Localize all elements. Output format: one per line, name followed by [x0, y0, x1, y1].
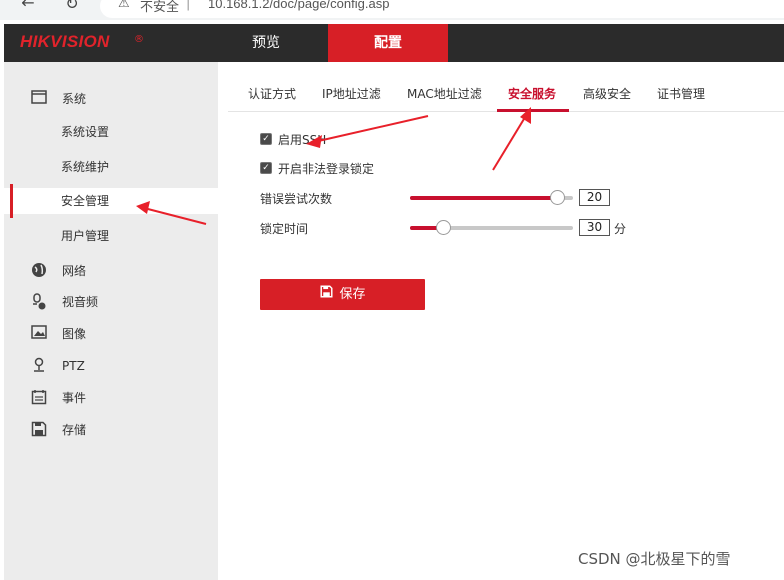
camera-icon	[30, 293, 48, 311]
sidebar-item-security-management[interactable]: 安全管理	[4, 184, 218, 218]
save-button[interactable]: 保存	[260, 279, 425, 310]
tab-preview[interactable]: 预览	[204, 24, 328, 62]
lock-time-slider[interactable]	[410, 220, 573, 235]
sidebar-item-storage[interactable]: 存储	[4, 417, 218, 443]
calendar-icon	[30, 389, 48, 407]
image-icon	[30, 325, 48, 343]
sidebar-item-label: 用户管理	[61, 229, 110, 243]
tab-cert-management[interactable]: 证书管理	[657, 85, 705, 102]
sidebar-item-label: PTZ	[62, 359, 85, 373]
sub-tab-bar: 认证方式 IP地址过滤 MAC地址过滤 安全服务 高级安全 证书管理	[228, 78, 784, 112]
globe-icon	[30, 262, 48, 280]
sidebar-item-label: 存储	[62, 423, 87, 437]
save-button-label: 保存	[339, 287, 366, 302]
registered-mark: ®	[134, 34, 144, 45]
lock-time-unit: 分	[614, 222, 627, 236]
sidebar-item-label: 系统	[62, 92, 87, 106]
tab-mac-filter[interactable]: MAC地址过滤	[407, 85, 482, 102]
sidebar-item-system-settings[interactable]: 系统设置	[4, 119, 218, 145]
error-attempts-input[interactable]: 20	[579, 189, 610, 206]
active-tab-indicator	[497, 109, 569, 112]
ptz-icon	[30, 357, 48, 375]
sidebar-item-label: 安全管理	[61, 194, 110, 208]
enable-lock-checkbox[interactable]: ✓	[260, 162, 272, 174]
sidebar-item-label: 系统维护	[61, 160, 110, 174]
csdn-watermark: CSDN @北极星下的雪	[578, 550, 731, 568]
reload-icon[interactable]: ↻	[62, 0, 82, 15]
sidebar-item-label: 系统设置	[61, 125, 110, 139]
error-attempts-slider[interactable]	[410, 190, 573, 205]
sidebar-item-event[interactable]: 事件	[4, 385, 218, 411]
slider-fill	[410, 196, 557, 200]
tab-advanced-security[interactable]: 高级安全	[583, 85, 631, 102]
enable-ssh-checkbox[interactable]: ✓	[260, 133, 272, 145]
sidebar-item-ptz[interactable]: PTZ	[4, 353, 218, 379]
sidebar-item-system-maintenance[interactable]: 系统维护	[4, 154, 218, 180]
floppy-disk-icon	[30, 421, 48, 439]
enable-ssh-label: 启用SSH	[278, 133, 327, 147]
tab-config[interactable]: 配置	[328, 24, 448, 62]
tab-auth-method[interactable]: 认证方式	[248, 85, 296, 102]
warning-icon: ⚠	[118, 0, 130, 11]
url-separator: |	[186, 0, 191, 11]
slider-knob[interactable]	[550, 190, 565, 205]
insecure-label: 不安全	[140, 0, 180, 15]
sidebar-item-system[interactable]: 系统	[4, 86, 218, 112]
url-text[interactable]: 10.168.1.2/doc/page/config.asp	[208, 0, 389, 11]
sidebar-item-image[interactable]: 图像	[4, 321, 218, 347]
error-attempts-label: 错误尝试次数	[260, 192, 333, 206]
hikvision-logo: HIKVISION	[20, 32, 110, 51]
enable-lock-label: 开启非法登录锁定	[278, 162, 375, 176]
lock-time-label: 锁定时间	[260, 222, 309, 236]
annotation-arrow	[313, 115, 429, 143]
sidebar-item-audio-video[interactable]: 视音频	[4, 289, 218, 315]
browser-address-bar: ← ↻ ⚠ 不安全 | 10.168.1.2/doc/page/config.a…	[0, 0, 784, 20]
lock-time-input[interactable]: 30	[579, 219, 610, 236]
app-header: HIKVISION ® 预览 配置	[4, 24, 784, 62]
floppy-disk-icon	[319, 279, 333, 310]
sidebar-item-label: 图像	[62, 327, 87, 341]
system-icon	[30, 90, 48, 108]
sidebar-item-label: 视音频	[62, 295, 99, 309]
annotation-arrow	[492, 113, 528, 171]
sidebar-item-user-management[interactable]: 用户管理	[4, 223, 218, 249]
sidebar-item-label: 网络	[62, 264, 87, 278]
tab-security-service[interactable]: 安全服务	[508, 85, 556, 102]
tab-ip-filter[interactable]: IP地址过滤	[322, 85, 381, 102]
sidebar: 系统 系统设置 系统维护 安全管理 用户管理 网络 视音频 图像 PTZ 事件 …	[4, 62, 218, 580]
sidebar-item-label: 事件	[62, 391, 87, 405]
sidebar-item-network[interactable]: 网络	[4, 258, 218, 284]
back-arrow-icon[interactable]: ←	[18, 0, 38, 14]
slider-knob[interactable]	[436, 220, 451, 235]
url-field[interactable]	[100, 0, 784, 18]
